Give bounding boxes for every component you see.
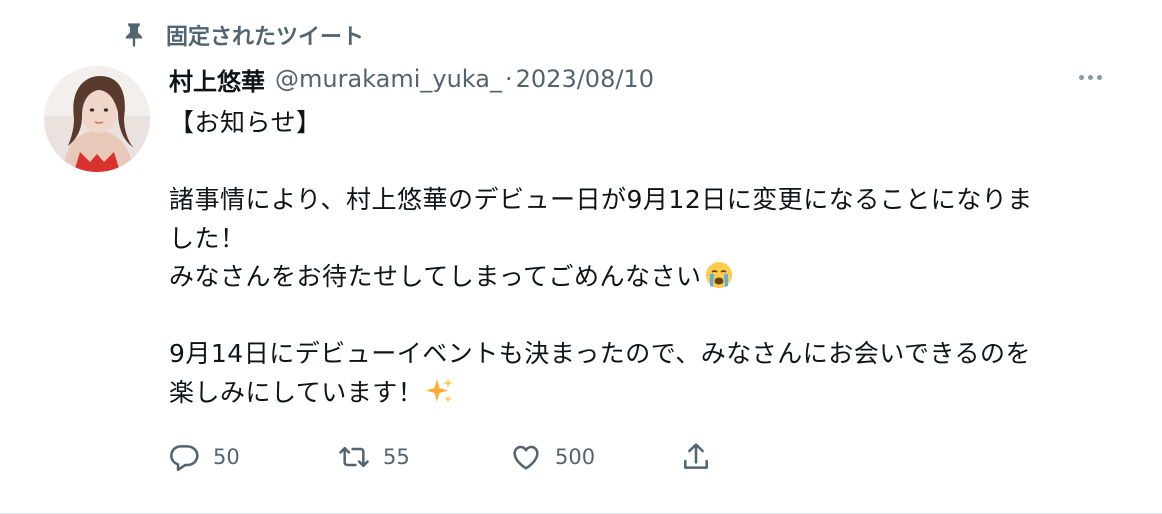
avatar[interactable] [44, 66, 150, 172]
tweet-header: 村上悠華 @murakami_yuka_ · 2023/08/10 [169, 62, 654, 96]
tweet-line-with-emoji: 楽しみにしています！ [169, 374, 1099, 413]
tweet-line: 9月14日にデビューイベントも決まったので、みなさんにお会いできるのを [169, 339, 1031, 368]
tweet-line [169, 143, 1099, 182]
retweet-count: 55 [383, 445, 410, 469]
reply-count: 50 [213, 445, 240, 469]
reply-button[interactable]: 50 [168, 441, 338, 473]
share-button[interactable] [680, 441, 712, 473]
like-count: 500 [555, 445, 596, 469]
more-options-icon[interactable] [1070, 62, 1110, 92]
tweet-line: 諸事情により、村上悠華のデビュー日が9月12日に変更になることになりま [169, 185, 1033, 214]
tweet-line: みなさんをお待たせしてしまってごめんなさい [169, 262, 702, 291]
pinned-indicator: 固定されたツイート [120, 19, 364, 51]
author-handle[interactable]: @murakami_yuka_ [275, 65, 502, 93]
separator-dot: · [505, 65, 513, 93]
author-name[interactable]: 村上悠華 [169, 62, 265, 97]
pinned-label: 固定されたツイート [166, 25, 365, 50]
retweet-button[interactable]: 55 [338, 441, 510, 473]
tweet-line: 楽しみにしています！ [169, 377, 424, 407]
heart-icon [510, 441, 542, 473]
tweet-line [169, 297, 1099, 336]
retweet-icon [338, 441, 370, 473]
reply-icon [168, 441, 200, 473]
tweet-actions: 50 55 500 [168, 440, 712, 474]
tweet-line: 【お知らせ】 [169, 108, 322, 137]
sparkles-emoji [425, 376, 455, 418]
share-icon [680, 441, 712, 473]
tweet-date[interactable]: 2023/08/10 [516, 65, 654, 93]
like-button[interactable]: 500 [510, 441, 680, 473]
pin-icon [120, 21, 148, 49]
pinned-tweet[interactable]: 固定されたツイート 村上悠華 @murakami_yuka_ · 2023/08… [0, 0, 1162, 514]
tweet-line: した！ [169, 223, 246, 253]
tweet-line-with-emoji: みなさんをお待たせしてしまってごめんなさい [169, 258, 1099, 297]
tweet-text: 【お知らせ】 諸事情により、村上悠華のデビュー日が9月12日に変更になることにな… [169, 104, 1099, 412]
crying-face-emoji [704, 260, 734, 302]
